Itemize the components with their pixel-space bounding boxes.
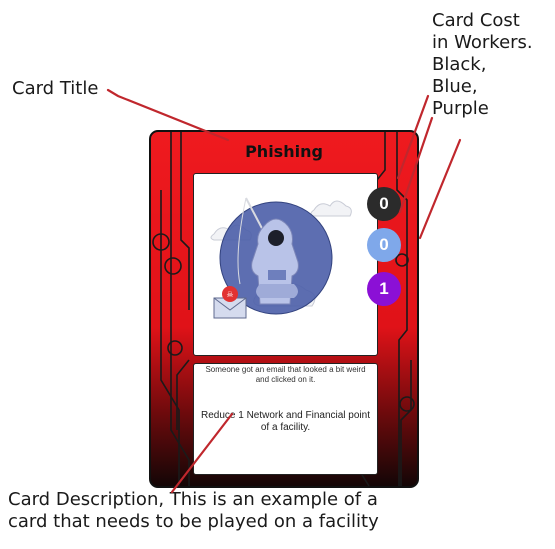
cost-pointer-black [396, 94, 430, 180]
cost-pointer-purple [418, 138, 462, 240]
title-pointer-line [106, 88, 230, 142]
annotation-pointers [106, 88, 462, 494]
description-pointer-line [170, 412, 234, 494]
cost-pointer-blue [398, 116, 434, 214]
